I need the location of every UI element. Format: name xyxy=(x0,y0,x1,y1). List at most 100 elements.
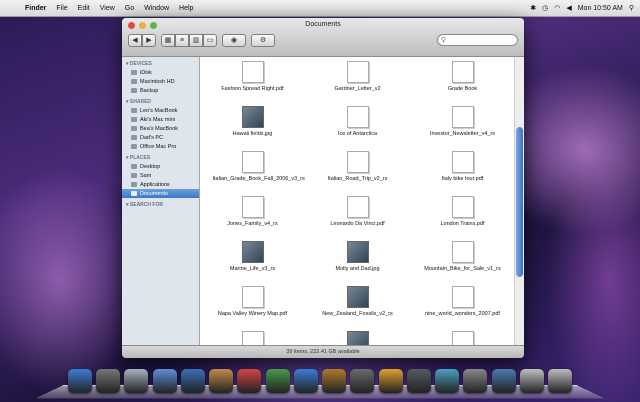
file-item[interactable]: Fashion Spread Right.pdf xyxy=(200,57,305,96)
dock-app-icon[interactable] xyxy=(491,369,516,393)
clock[interactable]: Mon 10:50 AM xyxy=(578,5,623,12)
document-file-icon xyxy=(451,151,474,173)
back-button[interactable]: ◀ xyxy=(128,33,142,47)
dock-app-icon[interactable] xyxy=(322,369,347,393)
sidebar-item-icon xyxy=(131,79,137,84)
file-item[interactable]: Mountain_Bike_for_Sale_v1_rs xyxy=(410,231,515,276)
file-item[interactable]: Italian_Road_Trip_v2_rs xyxy=(305,141,410,186)
vertical-scrollbar[interactable] xyxy=(514,57,524,346)
menu-help[interactable]: Help xyxy=(179,5,193,12)
dock-app-icon[interactable] xyxy=(96,369,121,393)
dock-app-icon[interactable] xyxy=(378,369,403,393)
file-item[interactable]: Grade Book xyxy=(410,57,515,96)
sidebar-item-label: Applications xyxy=(140,181,170,188)
file-item[interactable]: Hawaii fields.jpg xyxy=(200,96,305,141)
column-view-button[interactable]: ▥ xyxy=(189,33,203,47)
dock xyxy=(34,363,606,399)
sidebar-item[interactable]: Applications xyxy=(122,180,199,189)
dock-app-icon[interactable] xyxy=(124,369,149,393)
file-item[interactable]: Orange Daisy.jpg xyxy=(305,321,410,346)
document-file-icon xyxy=(451,331,474,346)
file-name: Ice of Antarctica xyxy=(337,131,378,137)
image-file-icon xyxy=(346,241,369,263)
file-item[interactable]: Molly and Dad.jpg xyxy=(305,231,410,276)
bluetooth-icon[interactable]: ✱ xyxy=(530,4,536,12)
document-file-icon xyxy=(241,286,264,308)
sidebar-item[interactable]: Dad's PC xyxy=(122,133,199,142)
window-titlebar: Documents ◀ ▶ ▦ ≡ ▥ ▭ ◉ ⚙ ⚲ xyxy=(122,18,524,57)
sidebar-item[interactable]: Leo's MacBook xyxy=(122,106,199,115)
coverflow-view-button[interactable]: ▭ xyxy=(203,33,217,47)
sidebar-section-heading: ▾ SHARED xyxy=(126,99,152,105)
app-menu-finder[interactable]: Finder xyxy=(25,5,46,12)
quicklook-button[interactable]: ◉ xyxy=(222,33,246,47)
sidebar-item[interactable]: Sam xyxy=(122,171,199,180)
sidebar-item-label: Leo's MacBook xyxy=(140,107,178,114)
dock-app-icon[interactable] xyxy=(463,369,488,393)
dock-app-icon[interactable] xyxy=(152,369,177,393)
sidebar-item-icon xyxy=(131,182,137,187)
file-item[interactable]: nine_world_wonders_2007.pdf xyxy=(410,276,515,321)
sidebar-item[interactable]: Documents xyxy=(122,189,199,198)
dock-app-icon[interactable] xyxy=(406,369,431,393)
file-item[interactable]: Napa Valley Winery Map.pdf xyxy=(200,276,305,321)
file-item[interactable]: Jones_Family_v4_rs xyxy=(200,186,305,231)
dock-app-icon[interactable] xyxy=(435,369,460,393)
file-name: Hawaii fields.jpg xyxy=(232,131,273,137)
sidebar-item[interactable]: Aki's Mac mini xyxy=(122,115,199,124)
menu-file[interactable]: File xyxy=(56,5,67,12)
dock-app-icon[interactable] xyxy=(265,369,290,393)
icon-view-button[interactable]: ▦ xyxy=(161,33,175,47)
sidebar-item[interactable]: iDisk xyxy=(122,68,199,77)
sidebar-item-label: Bea's MacBook xyxy=(140,125,179,132)
file-item[interactable]: New_Zealand_Fossils_v2_rs xyxy=(305,276,410,321)
file-item[interactable]: Gardner_Letter_v2 xyxy=(305,57,410,96)
file-name: Grade Book xyxy=(447,86,478,92)
document-file-icon xyxy=(346,151,369,173)
scrollbar-thumb[interactable] xyxy=(516,127,523,277)
dock-app-icon[interactable] xyxy=(237,369,262,393)
menu-view[interactable]: View xyxy=(100,5,115,12)
file-item[interactable]: Organic_Garden_v2_rs xyxy=(410,321,515,346)
action-button[interactable]: ⚙ xyxy=(251,33,275,47)
file-name: Jones_Family_v4_rs xyxy=(227,221,278,227)
sidebar-item[interactable]: Macintosh HD xyxy=(122,77,199,86)
spotlight-icon[interactable]: ⚲ xyxy=(629,4,634,12)
dock-app-icon[interactable] xyxy=(180,369,205,393)
file-item[interactable]: Investor_Newsletter_v4_rs xyxy=(410,96,515,141)
search-field[interactable]: ⚲ xyxy=(437,34,518,46)
dock-app-icon[interactable] xyxy=(293,369,318,393)
view-buttons: ▦ ≡ ▥ ▭ xyxy=(161,33,217,47)
wifi-icon[interactable]: ◠ xyxy=(554,4,560,12)
image-file-icon xyxy=(241,106,264,128)
file-name: Italy bike tour.pdf xyxy=(441,176,484,182)
time-machine-icon[interactable]: ◷ xyxy=(542,4,548,12)
dock-app-icon[interactable] xyxy=(547,369,572,393)
window-title: Documents xyxy=(305,21,341,28)
menu-go[interactable]: Go xyxy=(125,5,134,12)
sidebar: ▾ DEVICES iDisk Macintosh HD Backup ▾ SHARED… xyxy=(122,57,200,346)
sidebar-item-label: Office Mac Pro xyxy=(140,143,177,150)
list-view-button[interactable]: ≡ xyxy=(175,33,189,47)
sidebar-section-heading: ▾ SEARCH FOR xyxy=(126,202,163,208)
file-item[interactable]: nine_world_wonders_2007.pdf alias xyxy=(200,321,305,346)
dock-app-icon[interactable] xyxy=(350,369,375,393)
file-name: Mountain_Bike_for_Sale_v1_rs xyxy=(424,266,501,272)
menu-window[interactable]: Window xyxy=(144,5,169,12)
file-item[interactable]: Italy bike tour.pdf xyxy=(410,141,515,186)
dock-app-icon[interactable] xyxy=(68,369,92,393)
file-item[interactable]: Leonardo Da Vinci.pdf xyxy=(305,186,410,231)
sidebar-item[interactable]: Office Mac Pro xyxy=(122,142,199,151)
sidebar-item[interactable]: Desktop xyxy=(122,162,199,171)
file-item[interactable]: Italian_Grade_Book_Fall_2006_v3_rs xyxy=(200,141,305,186)
forward-button[interactable]: ▶ xyxy=(142,33,156,47)
file-item[interactable]: Marine_Life_v3_rs xyxy=(200,231,305,276)
dock-app-icon[interactable] xyxy=(209,369,234,393)
dock-app-icon[interactable] xyxy=(519,369,544,393)
sidebar-item[interactable]: Bea's MacBook xyxy=(122,124,199,133)
menu-edit[interactable]: Edit xyxy=(78,5,90,12)
file-item[interactable]: London Trains.pdf xyxy=(410,186,515,231)
volume-icon[interactable]: ◀ xyxy=(566,4,571,12)
sidebar-item[interactable]: Backup xyxy=(122,86,199,95)
file-item[interactable]: Ice of Antarctica xyxy=(305,96,410,141)
